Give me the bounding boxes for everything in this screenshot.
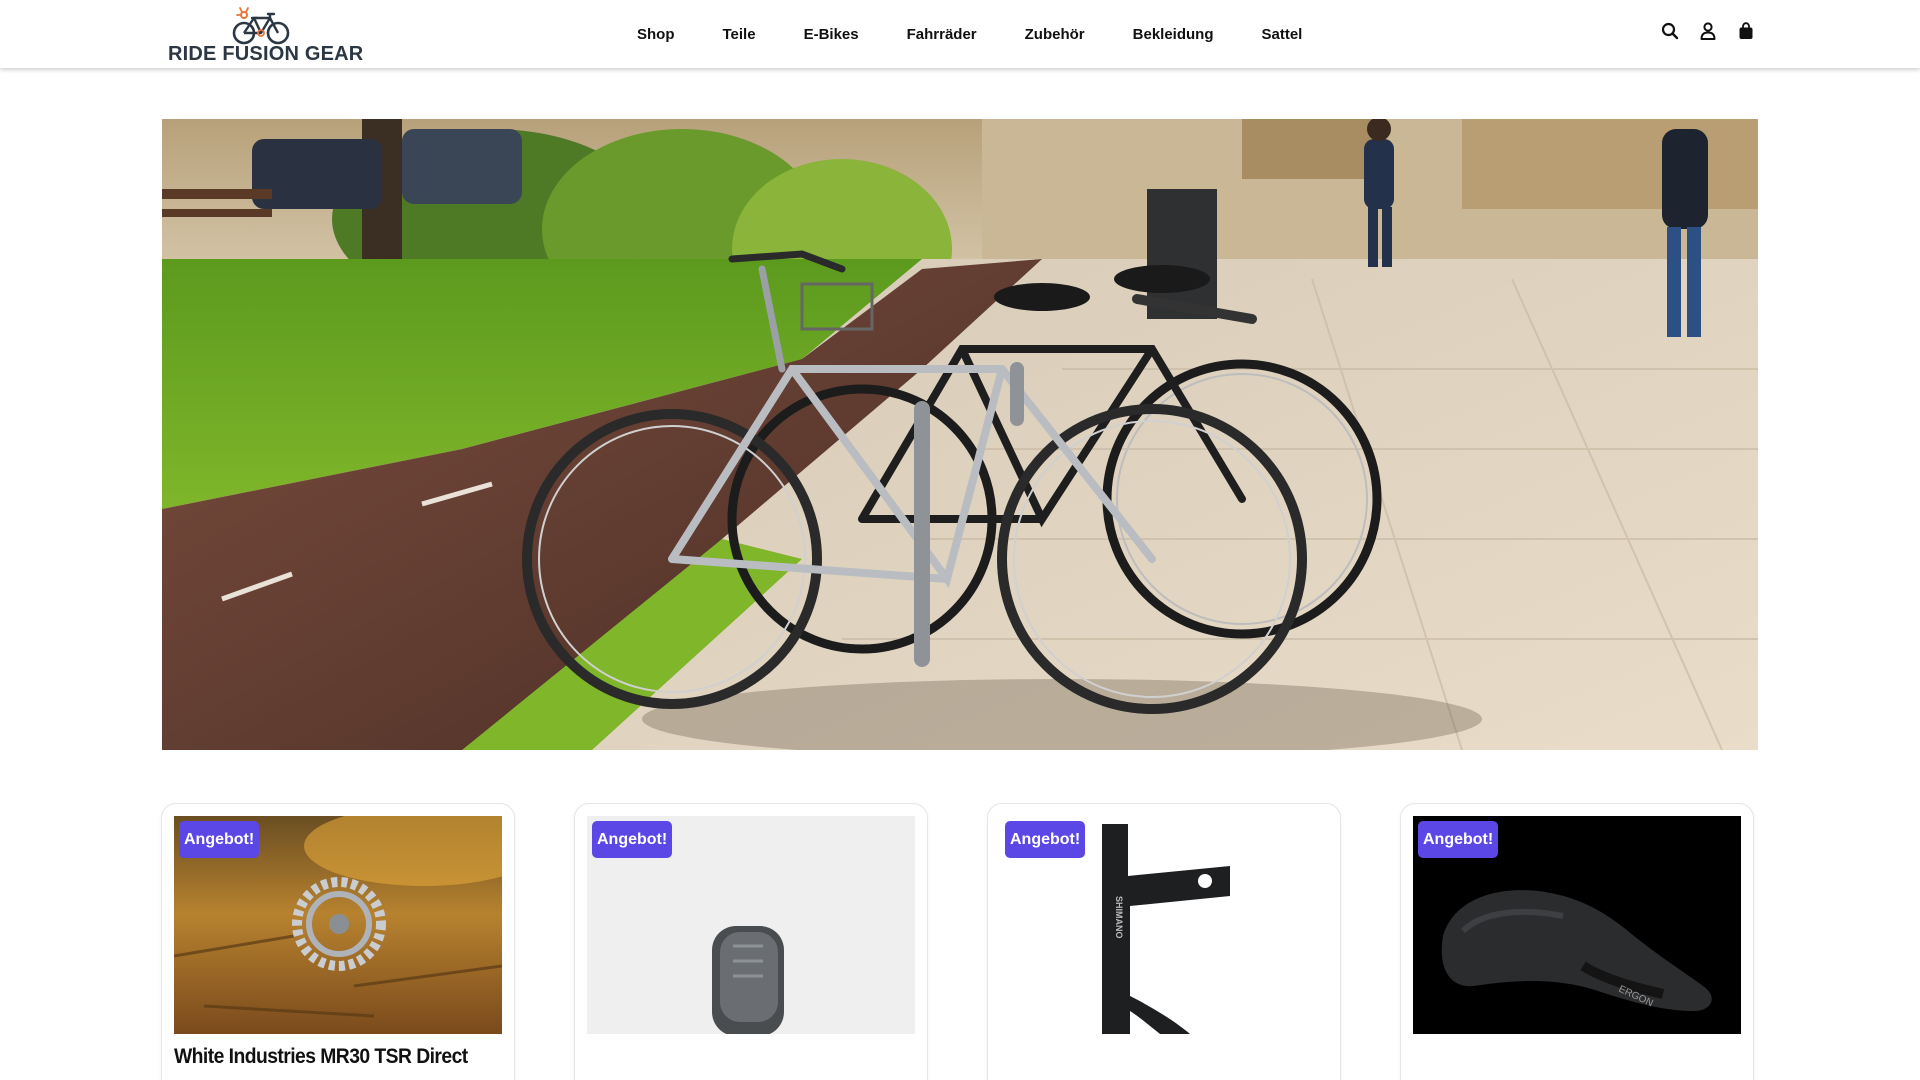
hero-image (162, 119, 1758, 750)
sale-badge: Angebot! (179, 821, 260, 858)
sale-badge: Angebot! (1418, 821, 1499, 858)
svg-text:SHIMANO: SHIMANO (1114, 896, 1124, 939)
header-actions (1660, 21, 1756, 41)
search-icon[interactable] (1660, 21, 1680, 41)
nav-item-teile[interactable]: Teile (723, 26, 756, 43)
brand-name: RIDE FUSION GEAR (168, 43, 364, 65)
bicycles-parked-illustration (162, 119, 1758, 750)
cart-bag-icon[interactable] (1736, 21, 1756, 41)
main-nav: Shop Teile E-Bikes Fahrräder Zubehör Bek… (600, 0, 1350, 68)
sale-badge: Angebot! (1005, 821, 1086, 858)
sale-badge: Angebot! (592, 821, 673, 858)
product-title[interactable]: White Industries MR30 TSR Direct (174, 1044, 478, 1070)
nav-item-sattel[interactable]: Sattel (1262, 26, 1303, 43)
nav-item-fahrraeder[interactable]: Fahrräder (907, 26, 977, 43)
brand-logo[interactable]: RIDE FUSION GEAR (168, 6, 363, 65)
product-card[interactable]: SHIMANO Angebot! (988, 804, 1340, 1080)
site-header: RIDE FUSION GEAR Shop Teile E-Bikes Fahr… (0, 0, 1920, 68)
product-card[interactable]: Angebot! White Industries MR30 TSR Direc… (162, 804, 514, 1080)
nav-item-zubehoer[interactable]: Zubehör (1025, 26, 1085, 43)
nav-item-bekleidung[interactable]: Bekleidung (1133, 26, 1214, 43)
product-grid: Angebot! White Industries MR30 TSR Direc… (162, 804, 1758, 1080)
product-card[interactable]: Angebot! (575, 804, 927, 1080)
nav-item-shop[interactable]: Shop (637, 26, 675, 43)
user-icon[interactable] (1698, 21, 1718, 41)
bicycle-logo-icon (232, 7, 290, 45)
product-card[interactable]: ERGON Angebot! (1401, 804, 1753, 1080)
nav-item-e-bikes[interactable]: E-Bikes (804, 26, 859, 43)
